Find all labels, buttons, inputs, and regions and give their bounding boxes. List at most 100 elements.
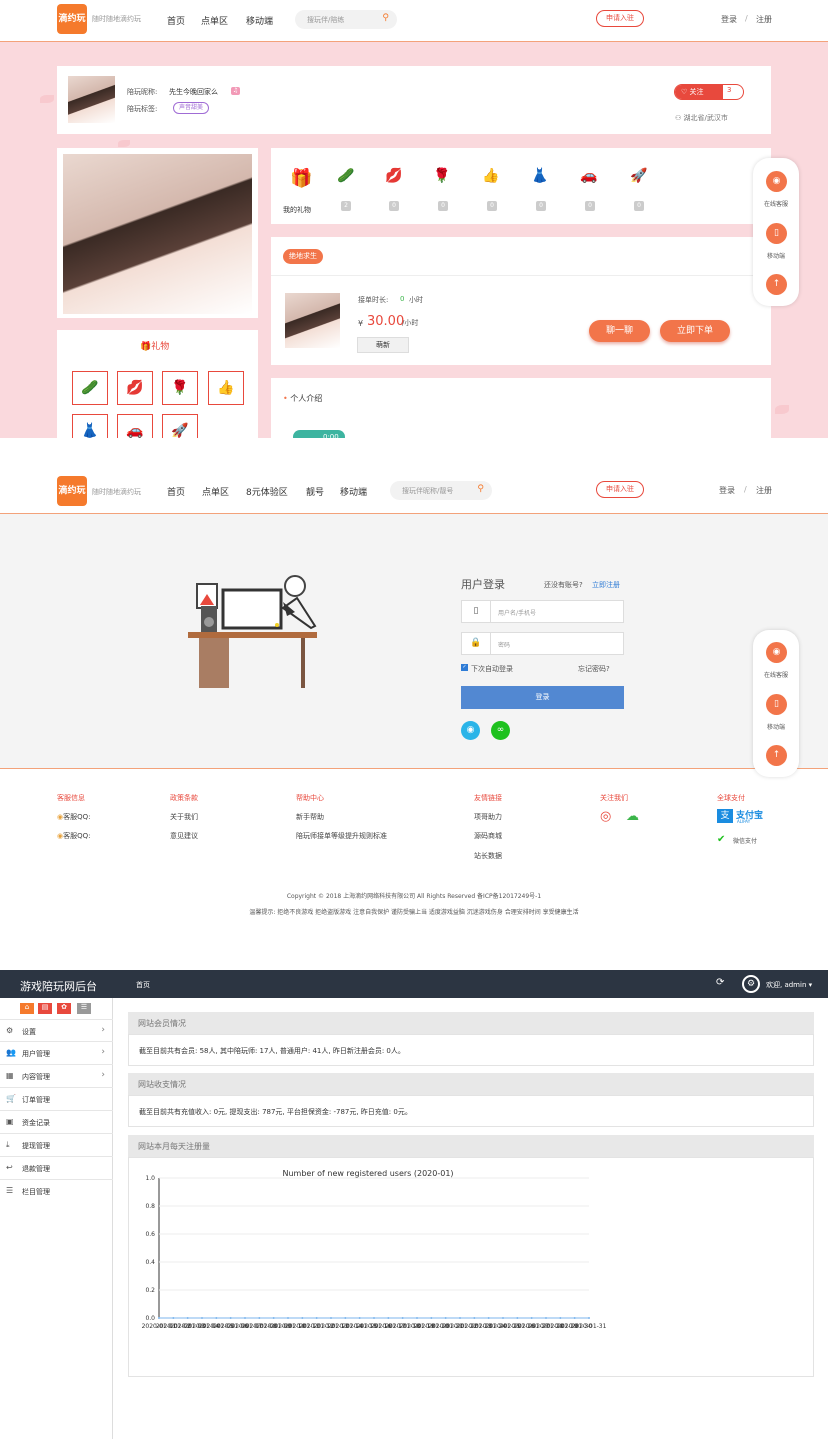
footer-qq-link[interactable]: ◉客服QQ: [57,831,91,841]
qq-login-icon[interactable]: ◉ [461,721,480,740]
menu-funds[interactable]: ▣ 资金记录 [0,1111,113,1134]
mobile-icon[interactable]: ▯ [766,223,787,244]
search-input[interactable]: 搜玩伴昵称/靓号 ⚲ [390,481,492,500]
menu-orders[interactable]: 🛒 订单管理 [0,1088,113,1111]
game-card: 绝地求生 接单时长: 0 小时 ¥ 30.00 /小时 萌新 [271,237,771,365]
gift-option[interactable]: 🚗 [117,414,153,438]
game-tag[interactable]: 绝地求生 [283,249,323,264]
search-icon[interactable]: ⚲ [382,13,389,23]
order-button[interactable]: 立即下单 [660,320,730,342]
register-link[interactable]: 注册 [756,14,772,25]
refresh-icon[interactable]: ⟳ [716,977,724,988]
footer-link[interactable]: 项哥助力 [474,812,502,822]
calendar-icon[interactable]: ▤ [38,1003,52,1014]
site-logo[interactable]: 滴约玩 [57,476,87,506]
mobile-label[interactable]: 移动端 [753,722,799,731]
alipay-sub: ALIPAY [737,819,751,824]
y-tick-label: 0.0 [145,1315,155,1322]
customer-service-label[interactable]: 在线客服 [753,199,799,208]
mobile-label[interactable]: 移动端 [753,251,799,260]
search-icon[interactable]: ⚲ [477,484,484,494]
site-header: 滴约玩 随时随地滴约玩 首页 点单区 8元体验区 靓号 移动端 搜玩伴昵称/靓号… [0,467,828,514]
user-icon: ⚇ [675,114,682,122]
price-unit: /小时 [402,319,419,327]
settings-icon[interactable]: ✿ [57,1003,71,1014]
customer-service-icon[interactable]: ◉ [766,171,787,192]
nav-mobile[interactable]: 移动端 [340,485,367,498]
footer-heading: 友情链接 [474,794,502,802]
register-link[interactable]: 注册 [756,485,772,496]
forgot-password-link[interactable]: 忘记密码? [578,664,610,674]
nav-order-zone[interactable]: 点单区 [202,485,229,498]
apply-button[interactable]: 申请入驻 [596,481,644,498]
mobile-icon[interactable]: ▯ [766,694,787,715]
site-logo[interactable]: 滴约玩 [57,4,87,34]
gift-option[interactable]: 👍 [208,371,244,405]
footer-heading: 全球支付 [717,794,745,802]
user-avatar-icon[interactable]: ⚙ [742,975,760,993]
side-float-bar: ◉ 在线客服 ▯ 移动端 ↑ [753,158,799,306]
gift-box-icon: 🎁 [290,168,313,189]
gift-option[interactable]: 🥒 [72,371,108,405]
remember-checkbox[interactable]: ✓ [461,664,468,671]
audio-player[interactable]: 0:00 [293,430,345,438]
gift-option[interactable]: 👗 [72,414,108,438]
site-slogan: 随时随地滴约玩 [92,15,141,23]
footer-link[interactable]: 陪玩师接单等级提升规则标准 [296,831,387,841]
gift-option[interactable]: 💋 [117,371,153,405]
customer-service-label[interactable]: 在线客服 [753,670,799,679]
gift-option[interactable]: 🚀 [162,414,198,438]
rose-icon: 🌹 [433,168,451,184]
footer-link[interactable]: 源码商城 [474,831,502,841]
my-gifts-label: 我的礼物 [283,206,311,214]
signup-link[interactable]: 立即注册 [592,580,620,590]
chat-button[interactable]: 聊一聊 [589,320,650,342]
nav-order-zone[interactable]: 点单区 [201,14,228,27]
remember-label[interactable]: 下次自动登录 [471,664,513,674]
home-icon[interactable]: ⌂ [20,1003,34,1014]
footer-link[interactable]: 新手帮助 [296,812,324,822]
list-icon[interactable]: ☰ [77,1003,91,1014]
apply-button[interactable]: 申请入驻 [596,10,644,27]
login-link[interactable]: 登录 [719,485,735,496]
customer-service-icon[interactable]: ◉ [766,642,787,663]
back-to-top-icon[interactable]: ↑ [766,745,787,766]
footer-link[interactable]: 关于我们 [170,812,198,822]
nav-home[interactable]: 首页 [167,14,185,27]
nav-home[interactable]: 首页 [167,485,185,498]
follow-button[interactable]: ♡ 关注 3 [674,84,744,100]
nav-trial-zone[interactable]: 8元体验区 [246,485,288,498]
nav-vip-number[interactable]: 靓号 [306,485,324,498]
login-link[interactable]: 登录 [721,14,737,25]
password-field[interactable]: 🔒 密码 [461,632,624,655]
intro-card: • 个人介绍 0:00 [271,378,771,438]
menu-content[interactable]: ▦ 内容管理 › [0,1065,113,1088]
wechat-icon[interactable]: ☁ [626,809,639,824]
admin-user-menu[interactable]: 欢迎, admin ▾ [766,980,812,990]
menu-columns[interactable]: ☰ 栏目管理 [0,1180,113,1203]
footer-link[interactable]: 意见建议 [170,831,198,841]
tab-home[interactable]: 首页 [136,980,150,990]
login-submit-button[interactable]: 登录 [461,686,624,709]
weibo-icon[interactable]: ◎ [600,809,611,824]
gift-option[interactable]: 🌹 [162,371,198,405]
lock-icon: 🔒 [462,633,491,654]
copyright: Copyright © 2018 上海滴约网络科技有限公司 All Rights… [286,893,542,900]
menu-withdraw[interactable]: ⤓ 提现管理 [0,1134,113,1157]
footer-link[interactable]: 站长数据 [474,851,502,861]
username-field[interactable]: ▯ 用户名/手机号 [461,600,624,623]
menu-refund[interactable]: ↩ 退款管理 [0,1157,113,1180]
footer-qq-link[interactable]: ◉客服QQ: [57,812,91,822]
search-input[interactable]: 搜玩伴/陪练 ⚲ [295,10,397,29]
back-to-top-icon[interactable]: ↑ [766,274,787,295]
wechat-login-icon[interactable]: ∞ [491,721,510,740]
menu-settings[interactable]: ⚙ 设置 › [0,1019,113,1042]
undo-icon: ↩ [6,1163,13,1172]
profile-card: 陪玩昵称: 先生今晚回家么 ♫ 陪玩标签: 声音甜美 ♡ 关注 3 ⚇ 湖北省/… [57,66,771,134]
y-tick-label: 0.6 [145,1231,155,1238]
profile-photo[interactable] [63,154,252,314]
admin-dashboard: 游戏陪玩网后台 首页 ⟳ ⚙ 欢迎, admin ▾ ⌂ ▤ ✿ ☰ ⚙ 设置 › … [0,970,828,1439]
nav-mobile[interactable]: 移动端 [246,14,273,27]
y-tick-label: 0.4 [145,1259,155,1266]
menu-users[interactable]: 👥 用户管理 › [0,1042,113,1065]
